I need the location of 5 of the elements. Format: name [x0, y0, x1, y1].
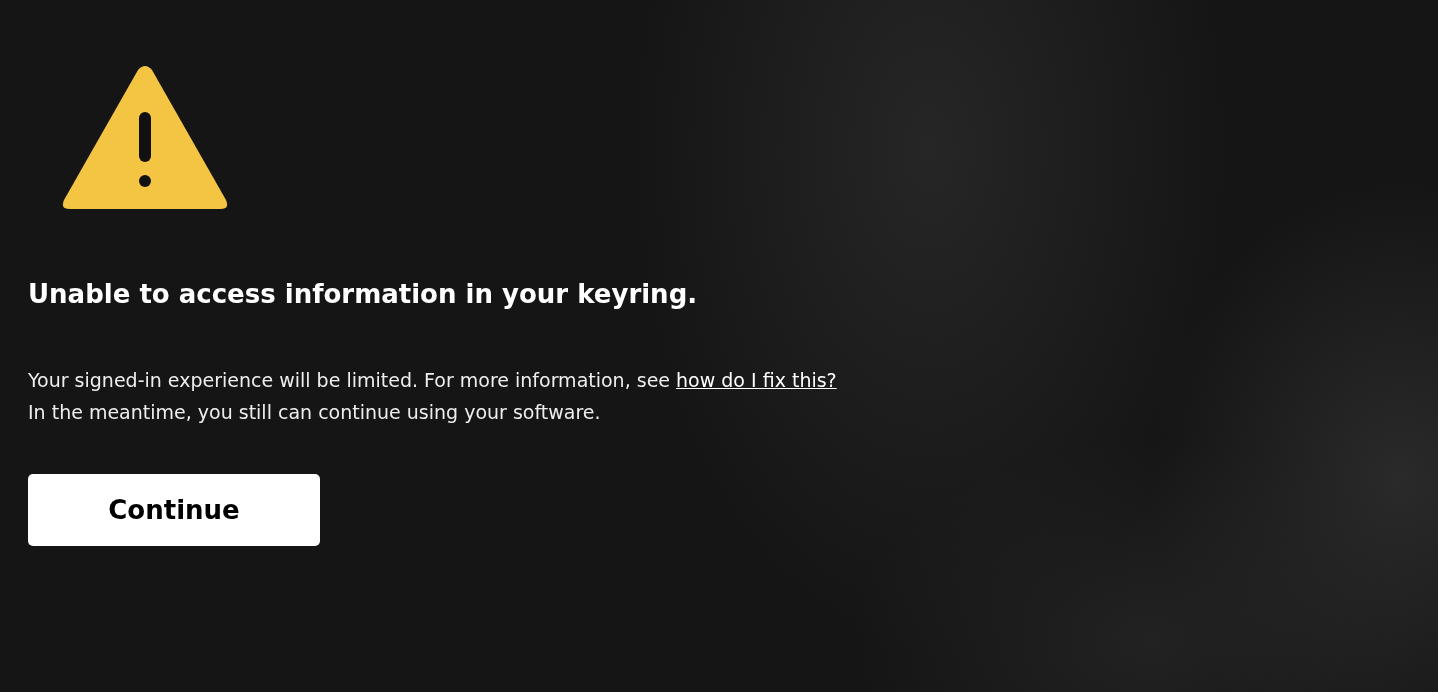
warning-icon [60, 64, 230, 212]
alert-title: Unable to access information in your keyring. [28, 278, 699, 310]
help-link[interactable]: how do I fix this? [676, 369, 837, 391]
continue-button[interactable]: Continue [28, 474, 320, 546]
alert-message: Your signed-in experience will be limited. For more information, see how do I fix this? In the meantime, you still can continue using your software. [28, 368, 838, 425]
